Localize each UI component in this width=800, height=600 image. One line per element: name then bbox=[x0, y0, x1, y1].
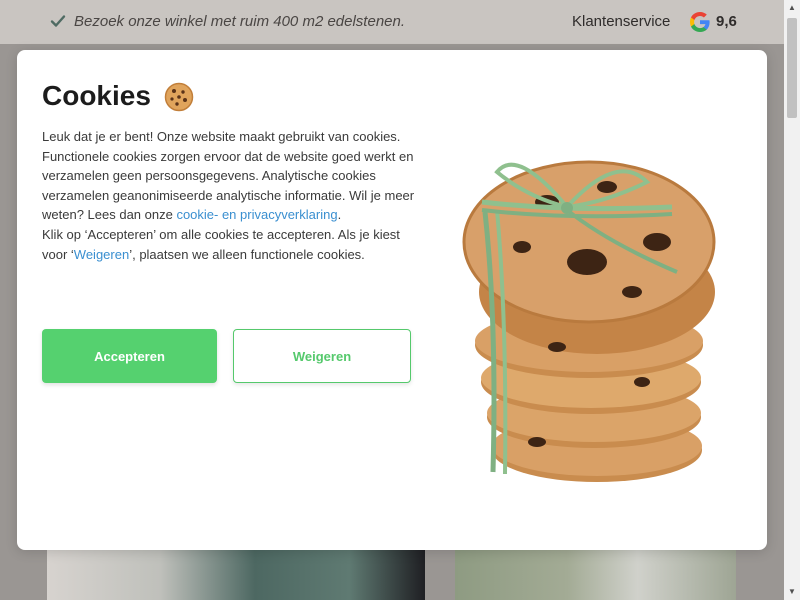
promo-text: Bezoek onze winkel met ruim 400 m2 edels… bbox=[74, 13, 406, 30]
scroll-up-arrow-icon[interactable]: ▲ bbox=[784, 0, 800, 16]
cookie-icon bbox=[164, 82, 194, 112]
cookie-stack-image bbox=[462, 160, 716, 482]
decline-button[interactable]: Weigeren bbox=[233, 329, 411, 383]
cookie-consent-modal: Cookies Leuk dat je er bent! Onze websit… bbox=[17, 50, 767, 550]
customer-service-link[interactable]: Klantenservice bbox=[572, 13, 670, 30]
product-photo-buddha bbox=[455, 548, 736, 600]
scrollbar[interactable]: ▲ ▼ bbox=[784, 0, 800, 600]
top-bar: Bezoek onze winkel met ruim 400 m2 edels… bbox=[0, 0, 784, 44]
accept-button[interactable]: Accepteren bbox=[42, 329, 217, 383]
decline-text-link[interactable]: Weigeren bbox=[74, 247, 129, 262]
google-rating: 9,6 bbox=[716, 13, 737, 30]
cookie-description: Leuk dat je er bent! Onze website maakt … bbox=[42, 129, 415, 262]
check-icon bbox=[50, 15, 66, 27]
scroll-down-arrow-icon[interactable]: ▼ bbox=[784, 584, 800, 600]
google-logo-icon[interactable] bbox=[688, 10, 712, 34]
scroll-thumb[interactable] bbox=[787, 18, 797, 118]
product-photo-crystals bbox=[47, 548, 425, 600]
privacy-policy-link[interactable]: cookie- en privacyverklaring bbox=[176, 207, 337, 222]
modal-title: Cookies bbox=[42, 80, 151, 111]
